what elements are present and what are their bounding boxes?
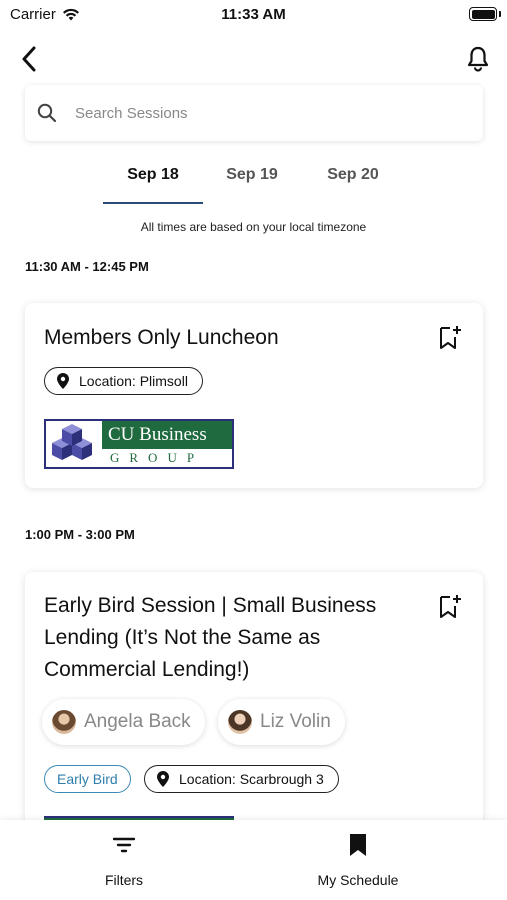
- session-title: Members Only Luncheon: [44, 326, 279, 349]
- session-title-line: Early Bird Session | Small Business: [44, 594, 377, 617]
- filters-button[interactable]: Filters: [44, 832, 204, 888]
- location-pin-icon: [57, 373, 71, 389]
- status-time: 11:33 AM: [221, 6, 286, 23]
- battery-cap: [499, 11, 501, 17]
- session-card[interactable]: Members Only Luncheon Location: Plimsoll: [25, 303, 483, 488]
- back-button[interactable]: [14, 44, 44, 74]
- notifications-button[interactable]: [463, 44, 493, 74]
- speaker-name: Liz Volin: [260, 711, 331, 732]
- search-input[interactable]: [75, 104, 455, 122]
- avatar: [228, 710, 252, 734]
- search-icon: [37, 102, 59, 124]
- session-time-header: 1:00 PM - 3:00 PM: [25, 527, 135, 542]
- battery-icon: [469, 7, 497, 21]
- track-tag-label: Early Bird: [57, 771, 118, 787]
- location-pin-icon: [157, 771, 171, 787]
- location-label: Location: Plimsoll: [79, 373, 188, 389]
- session-time-header: 11:30 AM - 12:45 PM: [25, 259, 149, 274]
- bell-icon: [467, 46, 489, 72]
- avatar: [52, 710, 76, 734]
- logo-wordmark: CU Business: [108, 423, 207, 445]
- tab-sep-18[interactable]: Sep 18: [103, 166, 203, 184]
- session-title-line: Lending (It’s Not the Same as: [44, 626, 321, 649]
- speaker-chip[interactable]: Liz Volin: [218, 699, 345, 745]
- logo-subtitle: GROUP: [102, 448, 232, 467]
- active-tab-indicator: [103, 202, 203, 204]
- track-tag: Early Bird: [44, 765, 131, 793]
- location-label: Location: Scarbrough 3: [179, 771, 324, 787]
- session-card[interactable]: Early Bird Session | Small Business Lend…: [25, 572, 483, 862]
- bottom-nav: Filters My Schedule: [0, 820, 507, 900]
- session-title-line: Commercial Lending!): [44, 658, 250, 681]
- add-to-schedule-button[interactable]: [437, 325, 463, 351]
- cubes-logo-mark: [46, 421, 102, 467]
- filters-label: Filters: [104, 872, 144, 888]
- status-bar: Carrier 11:33 AM: [0, 0, 507, 30]
- filter-icon: [111, 832, 137, 858]
- my-schedule-button[interactable]: My Schedule: [278, 832, 438, 888]
- timezone-note: All times are based on your local timezo…: [140, 220, 367, 234]
- location-pill: Location: Plimsoll: [44, 367, 203, 395]
- tab-sep-20[interactable]: Sep 20: [303, 166, 403, 184]
- my-schedule-label: My Schedule: [317, 872, 399, 888]
- speaker-chip[interactable]: Angela Back: [42, 699, 205, 745]
- add-to-schedule-button[interactable]: [437, 594, 463, 620]
- search-box[interactable]: [25, 85, 483, 141]
- bookmark-add-icon: [440, 326, 461, 349]
- bookmark-add-icon: [440, 595, 461, 618]
- location-pill: Location: Scarbrough 3: [144, 765, 339, 793]
- bookmark-icon: [345, 832, 371, 858]
- chevron-left-icon: [22, 46, 36, 72]
- speaker-name: Angela Back: [84, 711, 191, 732]
- sponsor-logo: CU Business GROUP: [44, 419, 234, 469]
- date-tabs: Sep 18 Sep 19 Sep 20: [0, 160, 507, 206]
- tab-sep-19[interactable]: Sep 19: [202, 166, 302, 184]
